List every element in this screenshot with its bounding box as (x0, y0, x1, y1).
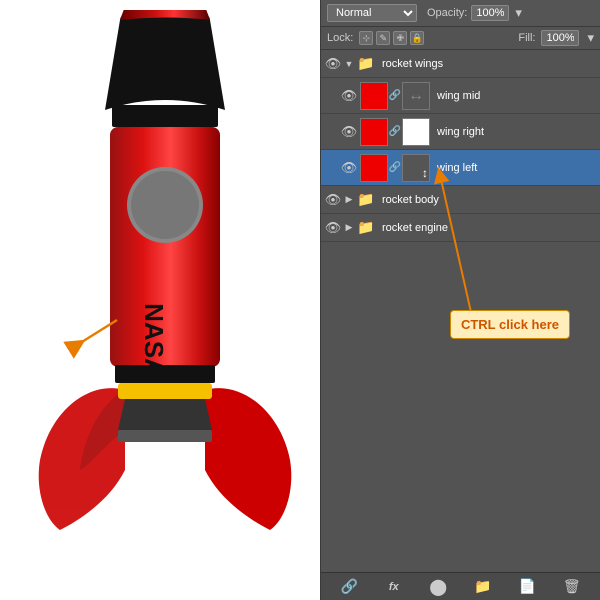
layer-thumb-mask: ↔ (402, 82, 430, 110)
opacity-input[interactable] (471, 5, 509, 21)
layer-thumb-color (360, 82, 388, 110)
layer-rocket-engine-group[interactable]: 👁 ▶ 📁 rocket engine (321, 214, 600, 242)
layers-panel: Normal Opacity: ▾ Lock: ⊹ ✎ ✙ 🔒 Fill: ▾ … (320, 0, 600, 600)
fill-input[interactable] (541, 30, 579, 46)
folder-icon: 📁 (357, 55, 375, 73)
delete-layer-button[interactable]: 🗑 (561, 576, 583, 598)
thumb-container: 🔗 ↕ (360, 154, 430, 182)
new-group-button[interactable]: 📁 (472, 576, 494, 598)
layer-name: wing mid (437, 90, 480, 102)
visibility-icon[interactable]: 👁 (325, 56, 341, 72)
layer-name: wing right (437, 126, 484, 138)
expand-icon[interactable]: ▼ (344, 59, 354, 69)
layer-rocket-body-group[interactable]: 👁 ▶ 📁 rocket body (321, 186, 600, 214)
layer-name: rocket body (382, 194, 439, 206)
panel-bottom-toolbar: 🔗 fx ⬤ 📁 📄 🗑 (321, 572, 600, 600)
layer-thumb-color (360, 154, 388, 182)
layer-wing-left[interactable]: 👁 🔗 ↕ wing left (321, 150, 600, 186)
folder-icon: 📁 (357, 191, 375, 209)
lock-fill-bar: Lock: ⊹ ✎ ✙ 🔒 Fill: ▾ (321, 27, 600, 50)
layer-wing-right[interactable]: 👁 🔗 wing right (321, 114, 600, 150)
lock-paint-icon[interactable]: ✎ (376, 31, 390, 45)
visibility-icon[interactable]: 👁 (341, 160, 357, 176)
layer-rocket-wings-group[interactable]: 👁 ▼ 📁 rocket wings (321, 50, 600, 78)
expand-icon[interactable]: ▶ (344, 223, 354, 233)
expand-icon[interactable]: ▶ (344, 195, 354, 205)
new-layer-button[interactable]: 📄 (516, 576, 538, 598)
fx-button[interactable]: fx (383, 576, 405, 598)
visibility-icon[interactable]: 👁 (325, 192, 341, 208)
layer-thumb-mask: ↕ (402, 154, 430, 182)
layer-wing-mid[interactable]: 👁 🔗 ↔ wing mid (321, 78, 600, 114)
thumb-container: 🔗 ↔ (360, 82, 430, 110)
fill-label: Fill: (518, 32, 535, 44)
visibility-icon[interactable]: 👁 (325, 220, 341, 236)
visibility-icon[interactable]: 👁 (341, 124, 357, 140)
lock-move-icon[interactable]: ✙ (393, 31, 407, 45)
link-icon: 🔗 (390, 162, 400, 173)
layer-name: rocket engine (382, 222, 448, 234)
blend-mode-select[interactable]: Normal (327, 4, 417, 22)
lock-pos-icon[interactable]: ⊹ (359, 31, 373, 45)
layer-name: wing left (437, 162, 477, 174)
blend-opacity-bar: Normal Opacity: ▾ (321, 0, 600, 27)
layer-thumb-mask (402, 118, 430, 146)
lock-label: Lock: (327, 32, 353, 44)
lock-all-icon[interactable]: 🔒 (410, 31, 424, 45)
mask-button[interactable]: ⬤ (427, 576, 449, 598)
opacity-label: Opacity: (427, 7, 467, 19)
layer-name: rocket wings (382, 58, 443, 70)
visibility-icon[interactable]: 👁 (341, 88, 357, 104)
folder-icon: 📁 (357, 219, 375, 237)
link-icon: 🔗 (390, 126, 400, 137)
layer-thumb-color (360, 118, 388, 146)
thumb-container: 🔗 (360, 118, 430, 146)
ctrl-click-tooltip: CTRL click here (450, 310, 570, 339)
link-icon: 🔗 (390, 90, 400, 101)
link-layers-button[interactable]: 🔗 (338, 576, 360, 598)
